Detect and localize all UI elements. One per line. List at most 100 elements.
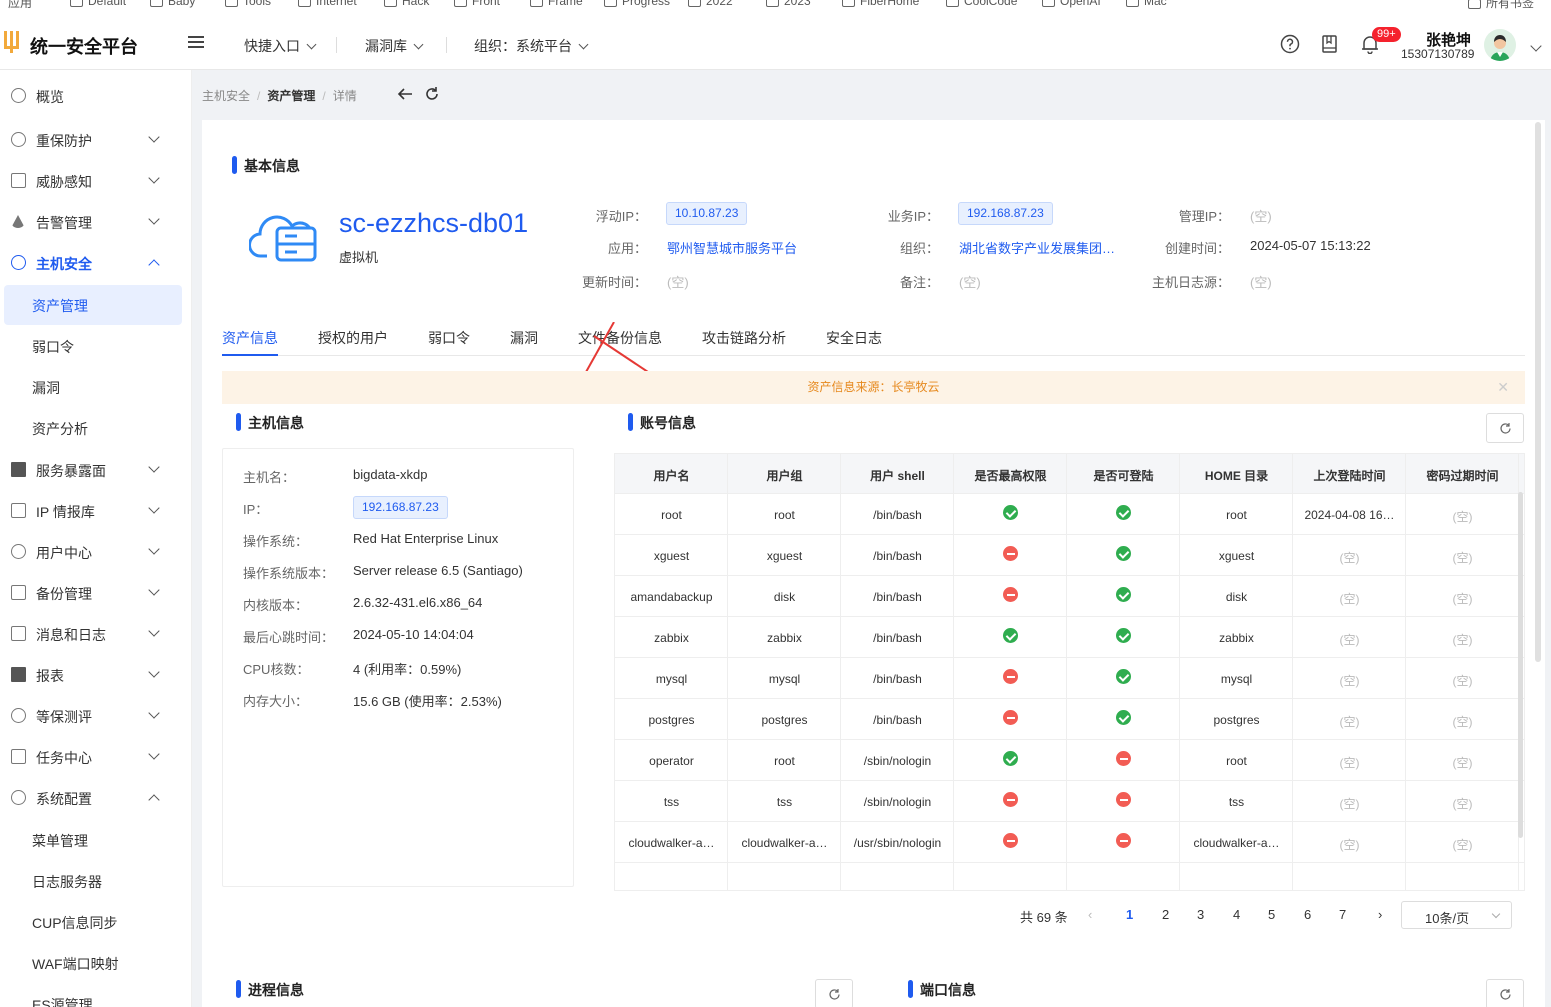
users-icon: [11, 544, 26, 559]
sidebar-item-overview[interactable]: 概览: [0, 76, 192, 116]
menu-toggle-icon[interactable]: [188, 36, 204, 50]
cell-shell: /bin/bash: [873, 713, 922, 727]
sidebar-item-weak-password[interactable]: 弱口令: [0, 326, 192, 366]
log-source-label: 主机日志源：: [1151, 275, 1230, 290]
cell-home: zabbix: [1219, 631, 1254, 645]
bookmark[interactable]: OpenAI: [1042, 0, 1101, 8]
bookmark[interactable]: 2022: [688, 0, 733, 8]
cell-shell: /sbin/nologin: [863, 754, 932, 768]
cell-group: cloudwalker-a…: [741, 836, 828, 850]
sidebar-item-es-source[interactable]: ES源管理: [0, 984, 192, 1007]
sidebar-item-user-center[interactable]: 用户中心: [0, 532, 192, 572]
back-arrow-icon[interactable]: [397, 86, 413, 102]
tab-attack-chain[interactable]: 攻击链路分析: [702, 328, 786, 348]
org-link[interactable]: 湖北省数字产业发展集团…: [959, 238, 1115, 257]
tab-security-log[interactable]: 安全日志: [826, 328, 882, 348]
sidebar-item-ip-intel[interactable]: IP 情报库: [0, 491, 192, 531]
chevron-down-icon: [148, 461, 160, 473]
page-6[interactable]: 6: [1304, 907, 1311, 922]
section-title-process: 进程信息: [236, 980, 304, 1000]
page-2[interactable]: 2: [1162, 907, 1169, 922]
bookmark[interactable]: Default: [70, 0, 126, 8]
nav-org-selector[interactable]: 组织：系统平台: [474, 36, 589, 56]
help-icon[interactable]: [1280, 34, 1300, 54]
sidebar-item-vulnerability[interactable]: 漏洞: [0, 367, 192, 407]
tab-vulnerability[interactable]: 漏洞: [510, 328, 538, 348]
next-page-icon[interactable]: ›: [1378, 907, 1382, 922]
breadcrumb-host-security[interactable]: 主机安全: [202, 89, 250, 103]
table-row: amandabackup disk/bin/bash disk (空) (空): [615, 576, 1524, 617]
bookmark[interactable]: Internet: [298, 0, 357, 8]
sidebar-item-alerts[interactable]: 告警管理: [0, 202, 192, 242]
sidebar-item-waf-port[interactable]: WAF端口映射: [0, 943, 192, 983]
nav-vuln-library[interactable]: 漏洞库: [365, 36, 424, 56]
sidebar-item-exposure[interactable]: 服务暴露面: [0, 450, 192, 490]
bookmark[interactable]: Mac: [1126, 0, 1167, 8]
breadcrumb-detail: 详情: [332, 89, 357, 103]
bookmark[interactable]: Baby: [150, 0, 195, 8]
cell-last: (空): [1339, 633, 1360, 647]
tab-authorized-users[interactable]: 授权的用户: [318, 328, 388, 348]
sidebar-item-menu-management[interactable]: 菜单管理: [0, 820, 192, 860]
chevron-down-icon: [148, 213, 160, 225]
prev-page-icon[interactable]: ‹: [1088, 907, 1092, 922]
bookmark[interactable]: Front: [454, 0, 500, 8]
sidebar-item-system-config[interactable]: 系统配置: [0, 778, 192, 818]
port-refresh-button[interactable]: [1486, 979, 1524, 1007]
sidebar-item-log-server[interactable]: 日志服务器: [0, 861, 192, 901]
page-7[interactable]: 7: [1339, 907, 1346, 922]
cell-shell: /bin/bash: [873, 631, 922, 645]
sidebar-item-host-security[interactable]: 主机安全: [0, 243, 192, 283]
sidebar-item-protection[interactable]: 重保防护: [0, 120, 192, 160]
page-5[interactable]: 5: [1268, 907, 1275, 922]
bookmark-all[interactable]: 所有书签: [1468, 0, 1534, 9]
minus-circle-icon: [1003, 710, 1018, 725]
sidebar-item-task-center[interactable]: 任务中心: [0, 737, 192, 777]
bookmark[interactable]: Tools: [225, 0, 271, 8]
bookmark[interactable]: 应用: [8, 0, 32, 9]
process-refresh-button[interactable]: [815, 979, 853, 1007]
page-scrollbar[interactable]: [1535, 122, 1541, 662]
chevron-down-icon: [578, 39, 589, 50]
bookmark[interactable]: Progress: [604, 0, 670, 8]
bookmark[interactable]: CoolCode: [946, 0, 1017, 8]
accounts-refresh-button[interactable]: [1486, 413, 1524, 443]
page-1[interactable]: 1: [1126, 907, 1133, 922]
avatar[interactable]: [1484, 29, 1516, 61]
sidebar-item-backup[interactable]: 备份管理: [0, 573, 192, 613]
page-3[interactable]: 3: [1197, 907, 1204, 922]
reload-icon[interactable]: [424, 86, 440, 102]
cell-home: mysql: [1220, 672, 1253, 686]
os-value: Red Hat Enterprise Linux: [353, 531, 499, 546]
cell-user: amandabackup: [630, 590, 713, 604]
bookmark[interactable]: FiberHome: [842, 0, 919, 8]
chevron-down-icon: [306, 39, 317, 50]
sidebar-item-asset-management[interactable]: 资产管理: [4, 285, 182, 325]
close-icon[interactable]: ✕: [1497, 371, 1509, 404]
check-circle-icon: [1116, 505, 1131, 520]
page-4[interactable]: 4: [1233, 907, 1240, 922]
sidebar-item-reports[interactable]: 报表: [0, 655, 192, 695]
check-circle-icon: [1003, 751, 1018, 766]
cell-user: cloudwalker-a…: [628, 836, 715, 850]
sidebar-item-cup-sync[interactable]: CUP信息同步: [0, 902, 192, 942]
page-size-select[interactable]: 10条/页: [1401, 901, 1512, 929]
active-tab-indicator: [222, 354, 278, 356]
sidebar-item-threat[interactable]: 威胁感知: [0, 161, 192, 201]
sidebar-item-compliance[interactable]: 等保测评: [0, 696, 192, 736]
book-icon[interactable]: [1320, 34, 1340, 54]
sidebar-item-asset-analysis[interactable]: 资产分析: [0, 408, 192, 448]
breadcrumb-asset-management[interactable]: 资产管理: [267, 89, 315, 103]
table-scrollbar[interactable]: [1518, 492, 1523, 838]
sidebar-item-messages-logs[interactable]: 消息和日志: [0, 614, 192, 654]
bookmark[interactable]: Hack: [384, 0, 429, 8]
bookmark[interactable]: 2023: [766, 0, 811, 8]
section-title-port: 端口信息: [908, 980, 976, 1000]
nav-shortcuts[interactable]: 快捷入口: [244, 36, 317, 56]
minus-circle-icon: [1003, 587, 1018, 602]
chevron-down-icon[interactable]: [1530, 40, 1542, 52]
bookmark[interactable]: Frame: [530, 0, 583, 8]
tab-asset-info[interactable]: 资产信息: [222, 328, 278, 348]
tab-weak-password[interactable]: 弱口令: [428, 328, 470, 348]
app-link[interactable]: 鄂州智慧城市服务平台: [667, 238, 797, 257]
